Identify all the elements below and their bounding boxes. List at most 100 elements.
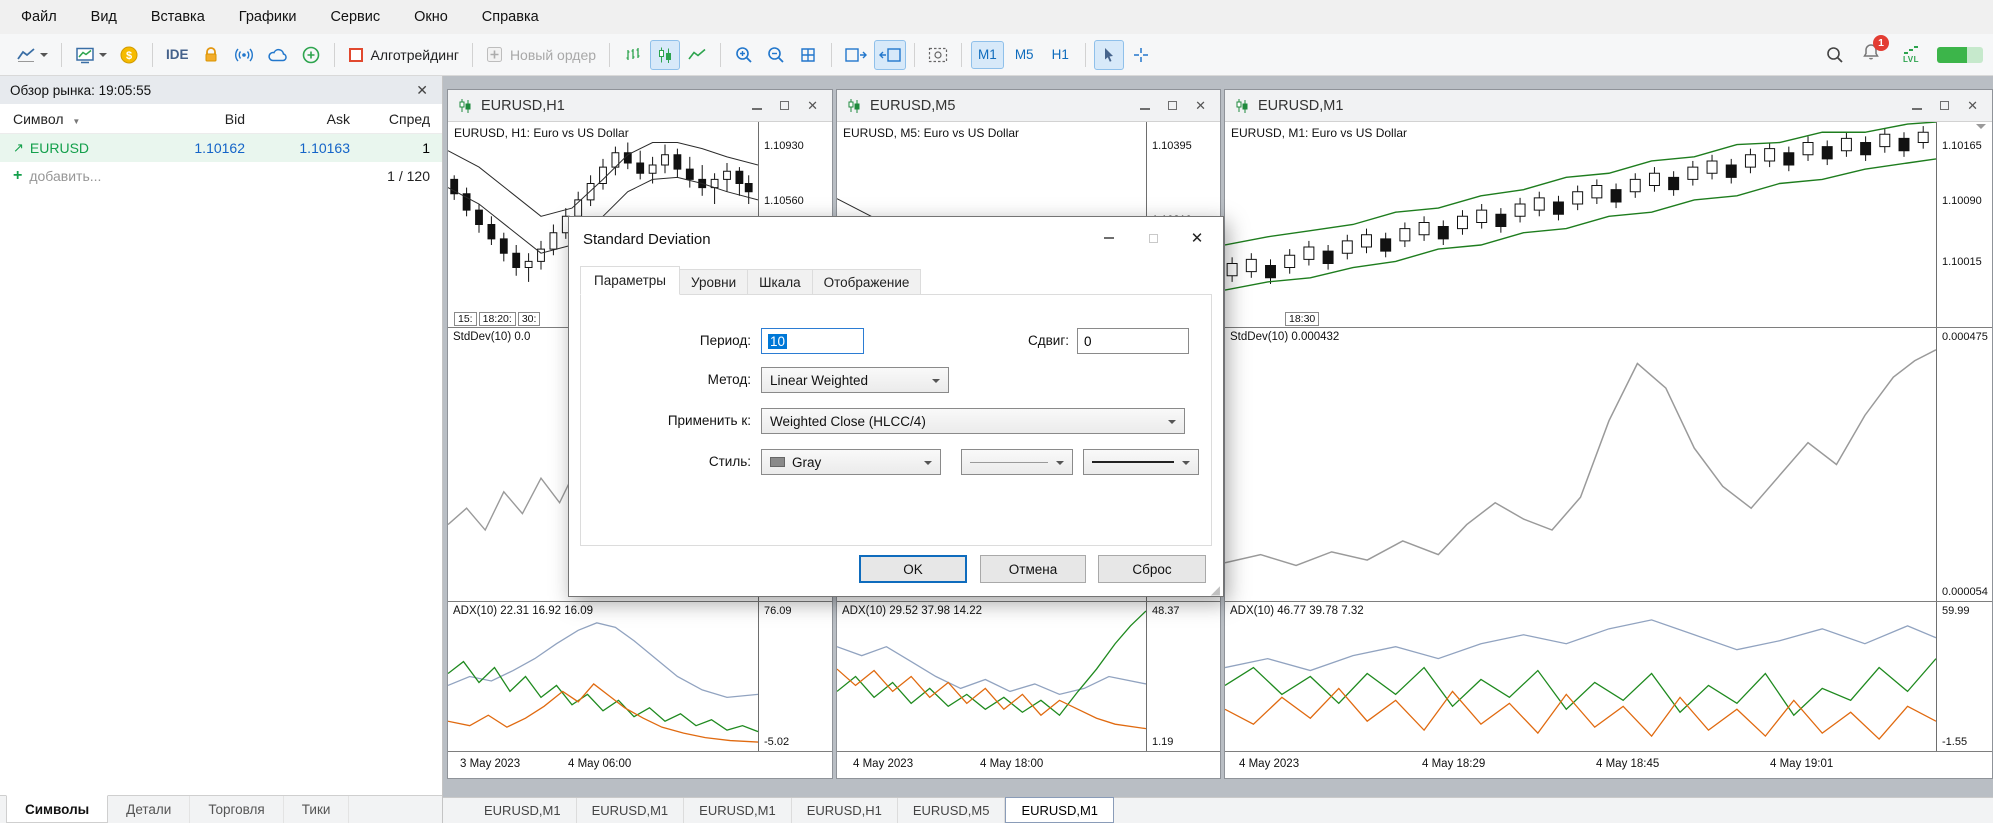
shift-input[interactable]: 0 xyxy=(1077,328,1189,354)
minimize-button[interactable] xyxy=(752,97,763,115)
adx-plot[interactable] xyxy=(1225,602,1937,751)
lock-button[interactable] xyxy=(196,40,226,70)
price-plot[interactable] xyxy=(1225,122,1937,327)
adx-plot[interactable] xyxy=(448,602,759,751)
chart-titlebar[interactable]: EURUSD,M5 ✕ xyxy=(837,90,1220,122)
apply-to-combo[interactable]: Weighted Close (HLCC/4) xyxy=(761,408,1185,434)
screenshot-button[interactable] xyxy=(923,40,953,70)
chart-tab-2[interactable]: EURUSD,M1 xyxy=(577,798,685,823)
dialog-minimize-button[interactable] xyxy=(1087,223,1131,253)
cloud-button[interactable] xyxy=(262,40,294,70)
chart-symbol-label: EURUSD, M5: Euro vs US Dollar xyxy=(843,126,1020,140)
shift-chart-left-button[interactable] xyxy=(874,39,907,70)
symbol-name: EURUSD xyxy=(29,140,90,156)
chart-titlebar[interactable]: EURUSD,H1 ✕ xyxy=(448,90,832,122)
tab-visualization[interactable]: Отображение xyxy=(812,269,922,295)
chart-tab-4[interactable]: EURUSD,H1 xyxy=(792,798,898,823)
line-style-combo[interactable] xyxy=(961,449,1073,475)
adx-axis: 59.99 -1.55 xyxy=(1937,602,1992,751)
column-header-bid[interactable]: Bid xyxy=(140,111,245,127)
close-button[interactable]: ✕ xyxy=(1967,99,1978,112)
dialog-maximize-button[interactable] xyxy=(1131,223,1175,253)
column-header-symbol[interactable]: Символ ▼ xyxy=(13,111,140,127)
candle-chart-mode-button[interactable] xyxy=(650,39,681,70)
menu-item-tools[interactable]: Сервис xyxy=(313,9,397,25)
maximize-button[interactable] xyxy=(780,97,790,115)
chart-titlebar[interactable]: EURUSD,M1 ✕ xyxy=(1225,90,1992,122)
column-header-spread[interactable]: Спред xyxy=(350,111,430,127)
lvl-button[interactable]: LVL xyxy=(1903,45,1919,64)
line-width-combo[interactable] xyxy=(1083,449,1199,475)
menu-item-view[interactable]: Вид xyxy=(74,9,134,25)
tab-levels[interactable]: Уровни xyxy=(679,269,749,295)
close-button[interactable]: ✕ xyxy=(807,99,818,112)
chart-style-button[interactable] xyxy=(11,40,53,70)
deposit-button[interactable]: $ xyxy=(114,40,144,70)
column-header-ask[interactable]: Ask xyxy=(245,111,350,127)
tab-details[interactable]: Детали xyxy=(108,796,191,823)
chart-tab-1[interactable]: EURUSD,M1 xyxy=(469,798,577,823)
date-axis: 3 May 2023 4 May 06:00 xyxy=(448,752,832,778)
close-icon[interactable]: ✕ xyxy=(412,82,432,99)
ok-button[interactable]: OK xyxy=(859,555,967,583)
timeframe-h1-button[interactable]: H1 xyxy=(1045,41,1076,69)
zoom-out-button[interactable] xyxy=(761,40,791,70)
line-chart-mode-button[interactable] xyxy=(682,40,712,70)
broadcast-button[interactable] xyxy=(228,40,260,70)
new-order-button[interactable]: Новый ордер xyxy=(481,40,601,70)
adx-max-label: 76.09 xyxy=(764,605,792,617)
minimize-button[interactable] xyxy=(1140,97,1151,115)
add-account-button[interactable] xyxy=(296,40,326,70)
adx-plot[interactable] xyxy=(837,602,1147,751)
tab-scale[interactable]: Шкала xyxy=(748,269,813,295)
svg-text:$: $ xyxy=(126,50,132,62)
dialog-page: Период: 10 Сдвиг: 0 Метод: Linear Weight… xyxy=(580,294,1212,546)
price-label: 1.10165 xyxy=(1942,140,1982,152)
shift-chart-right-button[interactable] xyxy=(840,40,872,70)
cancel-button[interactable]: Отмена xyxy=(980,555,1086,583)
column-header-symbol-label: Символ xyxy=(13,110,64,127)
symbol-row-eurusd[interactable]: ↗ EURUSD 1.10162 1.10163 1 xyxy=(0,134,442,162)
search-button[interactable] xyxy=(1820,40,1850,70)
algo-trading-icon xyxy=(348,47,363,62)
zoom-in-button[interactable] xyxy=(729,40,759,70)
tab-parameters[interactable]: Параметры xyxy=(580,266,680,295)
crosshair-tool-button[interactable] xyxy=(1126,40,1156,70)
close-button[interactable]: ✕ xyxy=(1195,99,1206,112)
tile-windows-button[interactable] xyxy=(793,40,823,70)
timeframe-m5-button[interactable]: M5 xyxy=(1008,41,1041,69)
cursor-tool-button[interactable] xyxy=(1093,39,1124,70)
chart-tab-6[interactable]: EURUSD,M1 xyxy=(1005,797,1115,823)
reset-button[interactable]: Сброс xyxy=(1098,555,1206,583)
timeframe-m1-button[interactable]: M1 xyxy=(971,40,1004,69)
menu-item-file[interactable]: Файл xyxy=(4,9,74,25)
tab-trading[interactable]: Торговля xyxy=(190,796,284,823)
chevron-down-icon xyxy=(40,52,48,61)
dialog-close-button[interactable]: ✕ xyxy=(1175,223,1219,253)
menu-item-help[interactable]: Справка xyxy=(465,9,556,25)
stddev-plot[interactable] xyxy=(1225,328,1937,601)
add-symbol-row[interactable]: + добавить... 1 / 120 xyxy=(0,162,442,190)
chart-tab-5[interactable]: EURUSD,M5 xyxy=(898,798,1006,823)
chart-profile-button[interactable] xyxy=(70,40,112,70)
adx-pane: ADX(10) 29.52 37.98 14.22 48.37 1.19 xyxy=(837,602,1220,752)
method-combo[interactable]: Linear Weighted xyxy=(761,367,949,393)
period-input[interactable]: 10 xyxy=(761,328,864,354)
notifications-button[interactable]: 1 xyxy=(1861,35,1889,67)
chart-tab-3[interactable]: EURUSD,M1 xyxy=(684,798,792,823)
minimize-button[interactable] xyxy=(1912,97,1923,115)
line-color-combo[interactable]: Gray xyxy=(761,449,941,475)
menu-item-insert[interactable]: Вставка xyxy=(134,9,222,25)
bar-chart-mode-button[interactable] xyxy=(618,40,648,70)
tab-ticks[interactable]: Тики xyxy=(284,796,350,823)
maximize-button[interactable] xyxy=(1940,97,1950,115)
menu-item-window[interactable]: Окно xyxy=(397,9,465,25)
menu-item-charts[interactable]: Графики xyxy=(222,9,314,25)
resize-grip[interactable]: ◢ xyxy=(1211,584,1220,596)
ide-button[interactable]: IDE xyxy=(161,40,194,70)
maximize-button[interactable] xyxy=(1168,97,1178,115)
tab-symbols[interactable]: Символы xyxy=(6,795,109,823)
line-chart-icon xyxy=(17,47,35,62)
time-tag-group: 15: 18:20: 30: xyxy=(454,312,541,326)
algo-trading-button[interactable]: Алготрейдинг xyxy=(343,40,464,70)
